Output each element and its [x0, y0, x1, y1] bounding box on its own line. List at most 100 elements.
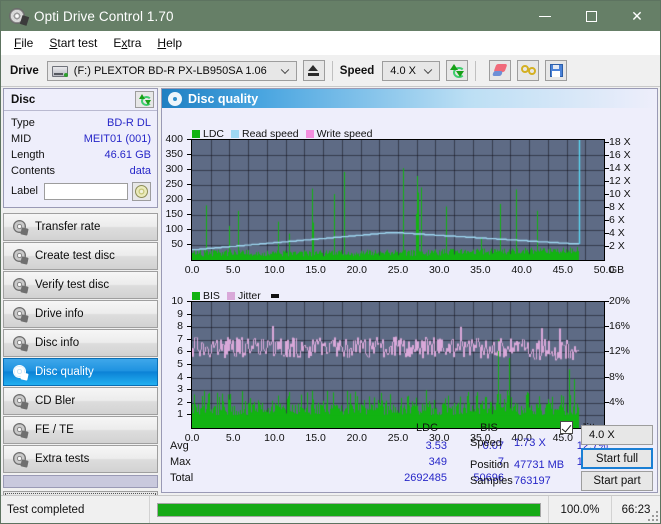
- sidebar-item-transfer-rate[interactable]: Transfer rate: [3, 213, 158, 241]
- y2-tick: [605, 181, 609, 183]
- x-tick-label: 25.0: [387, 264, 409, 276]
- sidebar-item-label: Drive info: [35, 308, 84, 320]
- y2-tick: [605, 168, 609, 170]
- disc-label-row: Label: [11, 180, 151, 202]
- sidebar-item-verify-test-disc[interactable]: Verify test disc: [3, 271, 158, 299]
- stats-samples-value: 763197: [514, 475, 551, 487]
- close-button[interactable]: ✕: [614, 1, 660, 31]
- y-tick: [187, 301, 191, 302]
- sidebar-item-label: Transfer rate: [35, 221, 101, 233]
- sidebar-item-create-test-disc[interactable]: Create test disc: [3, 242, 158, 270]
- disc-icon: [12, 451, 29, 468]
- refresh-icon: [450, 64, 466, 78]
- disc-label-input[interactable]: [43, 182, 128, 200]
- disc-refresh-button[interactable]: [135, 91, 154, 108]
- refresh-button[interactable]: [446, 60, 469, 81]
- chart-top-plot-area[interactable]: [191, 139, 605, 261]
- legend-item-write-speed: Write speed: [305, 128, 373, 140]
- stats-total-ldc: 2692485: [404, 472, 447, 484]
- disc-row-mid: MID MEIT01 (001): [11, 131, 151, 147]
- y-tick: [187, 244, 191, 245]
- legend-swatch: [231, 130, 240, 138]
- y2-tick: [605, 142, 609, 144]
- y2-tick-label: 8 X: [609, 201, 625, 214]
- menu-extra[interactable]: Extra: [108, 34, 152, 52]
- stats-row-label-max: Max: [170, 456, 191, 468]
- sidebar-item-drive-info[interactable]: Drive info: [3, 300, 158, 328]
- maximize-button[interactable]: [568, 1, 614, 31]
- y-tick-label: 350: [165, 148, 183, 160]
- resize-grip[interactable]: [646, 509, 658, 521]
- sidebar-item-label: Disc quality: [35, 366, 94, 378]
- y2-tick: [605, 401, 609, 403]
- link-button[interactable]: [517, 60, 540, 81]
- disc-icon: [12, 219, 29, 236]
- save-button[interactable]: [545, 60, 568, 81]
- y-tick: [187, 338, 191, 340]
- drive-select[interactable]: (F:) PLEXTOR BD-R PX-LB950SA 1.06: [46, 60, 297, 81]
- sidebar-spacer: [3, 475, 158, 488]
- y-tick-label: 50: [171, 238, 183, 250]
- title-bar: Opti Drive Control 1.70 ✕: [1, 1, 660, 31]
- stats-panel: LDC BIS Jitter Avg 3.53 0.07 12.7% Max 3…: [162, 418, 657, 492]
- y2-tick-label: 4%: [609, 395, 625, 408]
- y-tick: [187, 214, 191, 215]
- y-tick: [187, 139, 191, 140]
- x-axis-unit-label: GB: [609, 264, 625, 276]
- sidebar-item-disc-info[interactable]: Disc info: [3, 329, 158, 357]
- refresh-icon: [138, 94, 152, 106]
- sidebar-item-cd-bler[interactable]: CD Bler: [3, 387, 158, 415]
- minimize-button[interactable]: [522, 1, 568, 31]
- y-tick: [187, 199, 191, 200]
- disc-box-header: Disc: [4, 89, 157, 111]
- disc-icon: [12, 335, 29, 352]
- app-window: Opti Drive Control 1.70 ✕ File Start tes…: [0, 0, 661, 524]
- y-tick: [187, 154, 191, 155]
- disc-label-button[interactable]: [131, 181, 151, 201]
- y-tick: [187, 351, 191, 353]
- toolbar-divider-1: [331, 60, 333, 81]
- y2-tick-label: 14 X: [609, 162, 631, 175]
- start-full-button[interactable]: Start full: [581, 448, 653, 469]
- menu-help[interactable]: Help: [152, 34, 193, 52]
- toolbar-divider-2: [475, 60, 477, 81]
- jitter-checkbox[interactable]: [560, 421, 573, 434]
- erase-button[interactable]: [489, 60, 512, 81]
- stats-speed-label: Speed: [470, 437, 502, 449]
- disc-row-type: Type BD-R DL: [11, 115, 151, 131]
- menu-start-test[interactable]: Start test: [44, 34, 108, 52]
- x-tick-label: 20.0: [346, 264, 368, 276]
- legend-marker-dash: [270, 294, 279, 298]
- test-speed-value: 4.0 X: [589, 429, 615, 441]
- stats-row-label-avg: Avg: [170, 440, 189, 452]
- eject-button[interactable]: [302, 60, 325, 81]
- sidebar-item-disc-quality[interactable]: Disc quality: [3, 358, 158, 386]
- page-title: Disc quality: [188, 91, 259, 106]
- y-tick-label: 4: [177, 370, 183, 383]
- panel-header: Disc quality: [162, 89, 657, 108]
- legend-item-bis: BIS: [192, 290, 220, 302]
- y2-tick-label: 10 X: [609, 188, 631, 201]
- floppy-save-icon: [549, 64, 563, 77]
- menu-file[interactable]: File: [9, 34, 44, 52]
- test-speed-select[interactable]: 4.0 X: [581, 425, 653, 445]
- y-tick-label: 200: [165, 193, 183, 205]
- stats-avg-ldc: 3.53: [425, 440, 447, 452]
- speed-select[interactable]: 4.0 X: [382, 60, 441, 81]
- y2-tick: [605, 233, 609, 235]
- start-part-button[interactable]: Start part: [581, 471, 653, 491]
- sidebar-item-fe-te[interactable]: FE / TE: [3, 416, 158, 444]
- y-tick: [187, 364, 191, 365]
- y-tick: [187, 401, 191, 403]
- sidebar-item-extra-tests[interactable]: Extra tests: [3, 445, 158, 473]
- chart-top-legend: LDC Read speed Write speed: [192, 128, 380, 140]
- content-area: Disc Type BD-R DL MID MEIT01 (001) Lengt…: [1, 86, 660, 511]
- sidebar-item-label: Verify test disc: [35, 279, 110, 291]
- window-controls: ✕: [522, 1, 660, 31]
- x-tick-label: 15.0: [305, 264, 326, 276]
- disc-icon: [12, 277, 29, 294]
- disc-icon: [12, 393, 29, 410]
- stats-max-ldc: 349: [428, 456, 447, 468]
- stats-header-ldc: LDC: [415, 422, 438, 434]
- chart-bottom-plot-area[interactable]: [191, 301, 605, 429]
